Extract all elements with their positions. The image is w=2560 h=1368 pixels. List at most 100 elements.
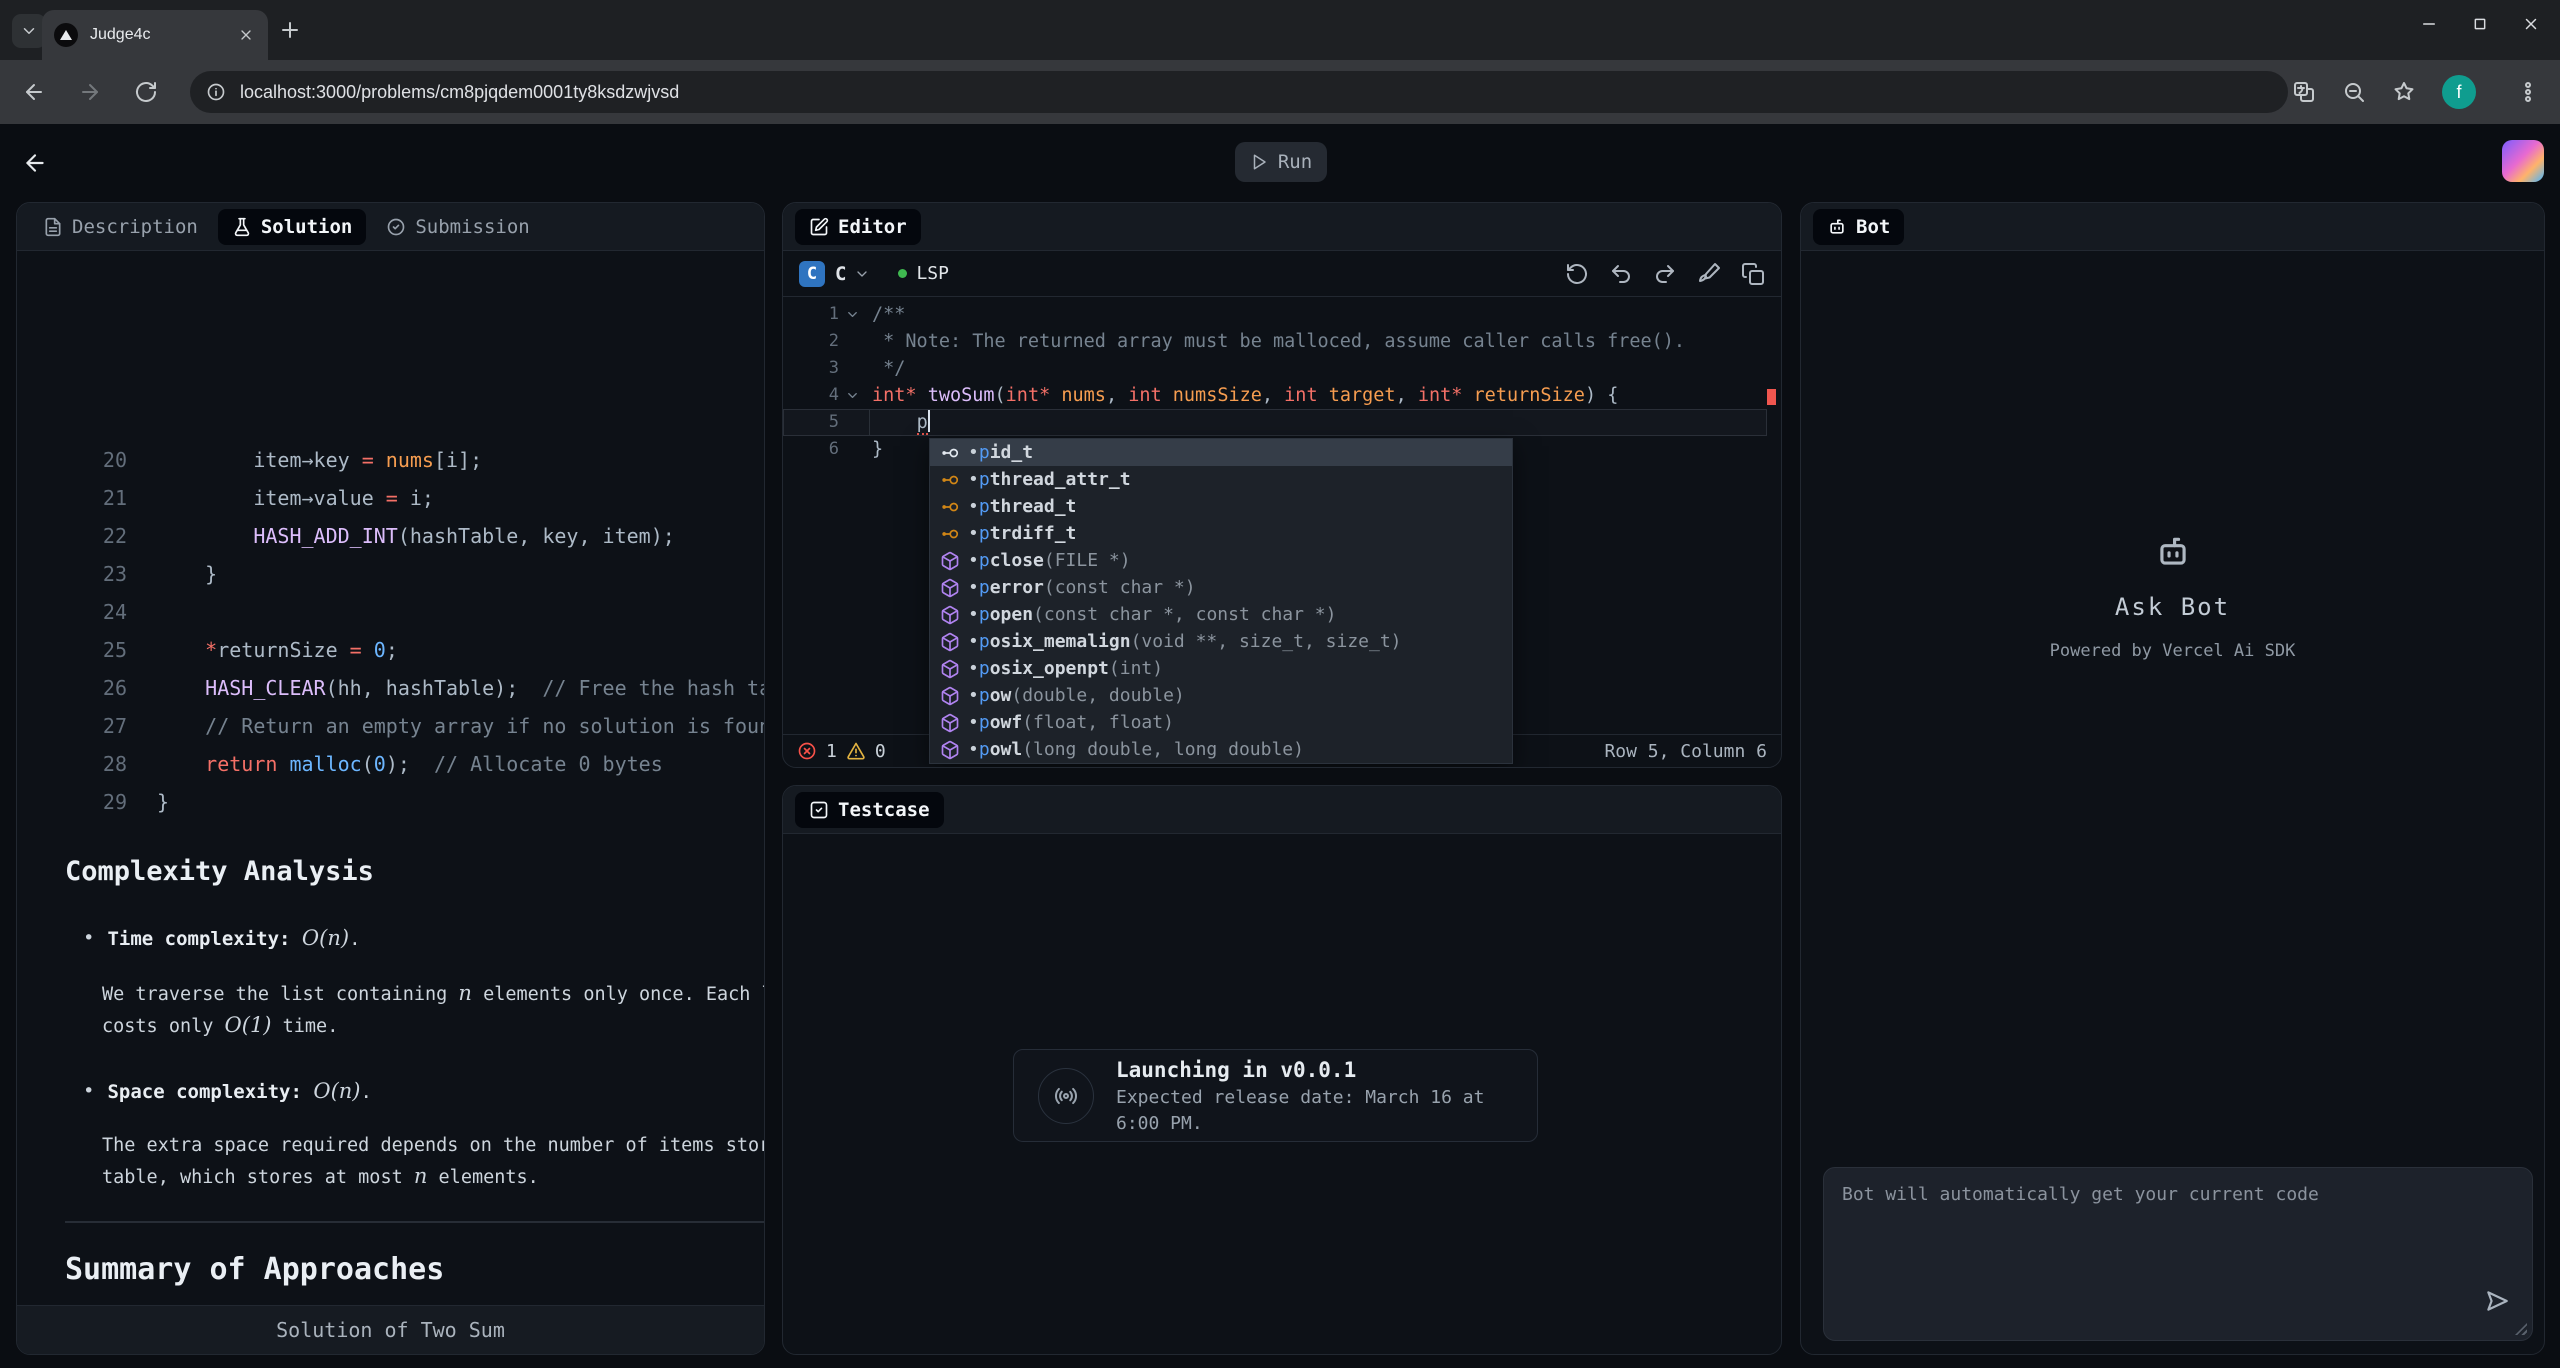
analysis-bullet: •Space complexity: O(n). — [65, 1078, 765, 1105]
completion-item[interactable]: •posix_openpt(int) — [930, 655, 1512, 682]
completion-item[interactable]: •pow(double, double) — [930, 682, 1512, 709]
fold-chevron-icon[interactable] — [839, 301, 865, 328]
code-token — [1318, 385, 1329, 406]
completion-text: id_t — [990, 442, 1033, 463]
editor-code-line[interactable]: 5 p — [783, 409, 1767, 436]
completion-text: thread_attr_t — [990, 469, 1131, 490]
editor-code-line[interactable]: 4int* twoSum(int* nums, int numsSize, in… — [783, 382, 1767, 409]
editor-code-line[interactable]: 3 */ — [783, 355, 1767, 382]
tab-close-button[interactable] — [236, 25, 256, 45]
code-token: returnSize — [217, 638, 349, 662]
user-avatar[interactable] — [2502, 140, 2544, 182]
tab-bot[interactable]: Bot — [1813, 209, 1904, 245]
completion-match: p — [979, 442, 990, 463]
completion-label: •powl(long double, long double) — [968, 739, 1304, 760]
completion-text: thread_t — [990, 496, 1077, 517]
completion-item[interactable]: •powl(long double, long double) — [930, 736, 1512, 763]
code-line-text: item→key = nums[i]; — [157, 441, 482, 479]
app-back-icon[interactable] — [22, 150, 48, 176]
tab-search-button[interactable] — [12, 14, 46, 48]
completion-label: •popen(const char *, const char *) — [968, 604, 1336, 625]
code-token: int — [1128, 385, 1161, 406]
completion-bullet: • — [968, 739, 979, 760]
info-icon[interactable] — [206, 82, 226, 102]
browser-tab[interactable]: Judge4c — [42, 10, 268, 60]
completion-item[interactable]: •popen(const char *, const char *) — [930, 601, 1512, 628]
translate-icon[interactable] — [2292, 80, 2316, 104]
code-line-text: p — [872, 409, 930, 436]
method-icon — [940, 686, 960, 706]
completion-item[interactable]: •posix_memalign(void **, size_t, size_t) — [930, 628, 1512, 655]
undo-icon[interactable] — [1609, 262, 1633, 286]
new-tab-button[interactable] — [278, 18, 302, 42]
code-line: 21 item→value = i; — [17, 479, 764, 517]
maximize-icon[interactable] — [2472, 16, 2488, 32]
bot-input[interactable] — [1824, 1168, 2532, 1340]
code-token: int — [1284, 385, 1317, 406]
completion-item[interactable]: •ptrdiff_t — [930, 520, 1512, 547]
code-token: [i]; — [434, 448, 482, 472]
minimize-icon[interactable] — [2420, 15, 2438, 33]
completion-text: open — [990, 604, 1033, 625]
send-icon[interactable] — [2484, 1288, 2510, 1314]
code-token — [157, 638, 205, 662]
chevron-down-icon[interactable] — [854, 266, 870, 282]
back-icon[interactable] — [22, 80, 46, 104]
completion-text: ow — [990, 685, 1012, 706]
solution-code-block[interactable]: 20 item→key = nums[i];21 item→value = i;… — [17, 441, 764, 821]
code-token: } — [157, 562, 217, 586]
method-icon — [940, 605, 960, 625]
redo-icon[interactable] — [1653, 262, 1677, 286]
copy-icon[interactable] — [1741, 262, 1765, 286]
completion-text: error — [990, 577, 1044, 598]
text-run: costs only — [102, 1016, 225, 1037]
menu-dots-icon[interactable] — [2516, 80, 2540, 104]
tab-testcase[interactable]: Testcase — [795, 792, 944, 828]
tab-editor[interactable]: Editor — [795, 209, 921, 245]
reset-icon[interactable] — [1565, 262, 1589, 286]
bullet-text: Time complexity: O(n). — [107, 925, 360, 952]
tab-submission[interactable]: Submission — [372, 209, 543, 245]
toast-subtitle: Expected release date: March 16 at 6:00 … — [1116, 1085, 1513, 1137]
bookmark-star-icon[interactable] — [2392, 80, 2416, 104]
scrollbar-error-marker — [1767, 389, 1776, 405]
close-window-icon[interactable] — [2522, 15, 2540, 33]
code-token: HASH_CLEAR — [205, 676, 325, 700]
method-icon — [940, 551, 960, 571]
radio-icon — [1038, 1068, 1094, 1124]
code-line-text: } — [872, 436, 883, 463]
code-token: * Note: The returned array must be mallo… — [872, 331, 1685, 352]
completion-item[interactable]: •powf(float, float) — [930, 709, 1512, 736]
code-token: nums — [1061, 385, 1106, 406]
text-run: elements. — [427, 1167, 538, 1188]
bot-icon — [1827, 217, 1847, 237]
completion-item[interactable]: •pid_t — [930, 439, 1512, 466]
text-run: The extra space required depends on the … — [102, 1135, 765, 1156]
fold-chevron-icon[interactable] — [839, 382, 865, 409]
completion-item[interactable]: •pclose(FILE *) — [930, 547, 1512, 574]
warning-count: 0 — [875, 741, 886, 762]
url-bar[interactable]: localhost:3000/problems/cm8pjqdem0001ty8… — [190, 71, 2288, 113]
tab-solution[interactable]: Solution — [218, 209, 367, 245]
code-line: 24 — [17, 593, 764, 631]
run-button[interactable]: Run — [1235, 142, 1327, 182]
method-icon — [940, 740, 960, 760]
completion-item[interactable]: •perror(const char *) — [930, 574, 1512, 601]
tab-bot-label: Bot — [1856, 216, 1890, 238]
editor-code-line[interactable]: 1/** — [783, 301, 1767, 328]
code-line-text: *returnSize = 0; — [157, 631, 398, 669]
editor-code-line[interactable]: 2 * Note: The returned array must be mal… — [783, 328, 1767, 355]
zoom-out-icon[interactable] — [2342, 80, 2366, 104]
completion-item[interactable]: •pthread_t — [930, 493, 1512, 520]
editor-panel: Editor C C LSP 1/**2 * Note: The returne… — [782, 202, 1782, 768]
language-select-value[interactable]: C — [835, 263, 846, 285]
browser-profile-avatar[interactable]: f — [2442, 75, 2476, 109]
completion-item[interactable]: •pthread_attr_t — [930, 466, 1512, 493]
flask-icon — [232, 217, 252, 237]
reload-icon[interactable] — [134, 80, 158, 104]
forward-icon[interactable] — [78, 80, 102, 104]
format-brush-icon[interactable] — [1697, 262, 1721, 286]
tab-description[interactable]: Description — [29, 209, 212, 245]
line-number: 27 — [17, 707, 127, 745]
line-number: 29 — [17, 783, 127, 821]
